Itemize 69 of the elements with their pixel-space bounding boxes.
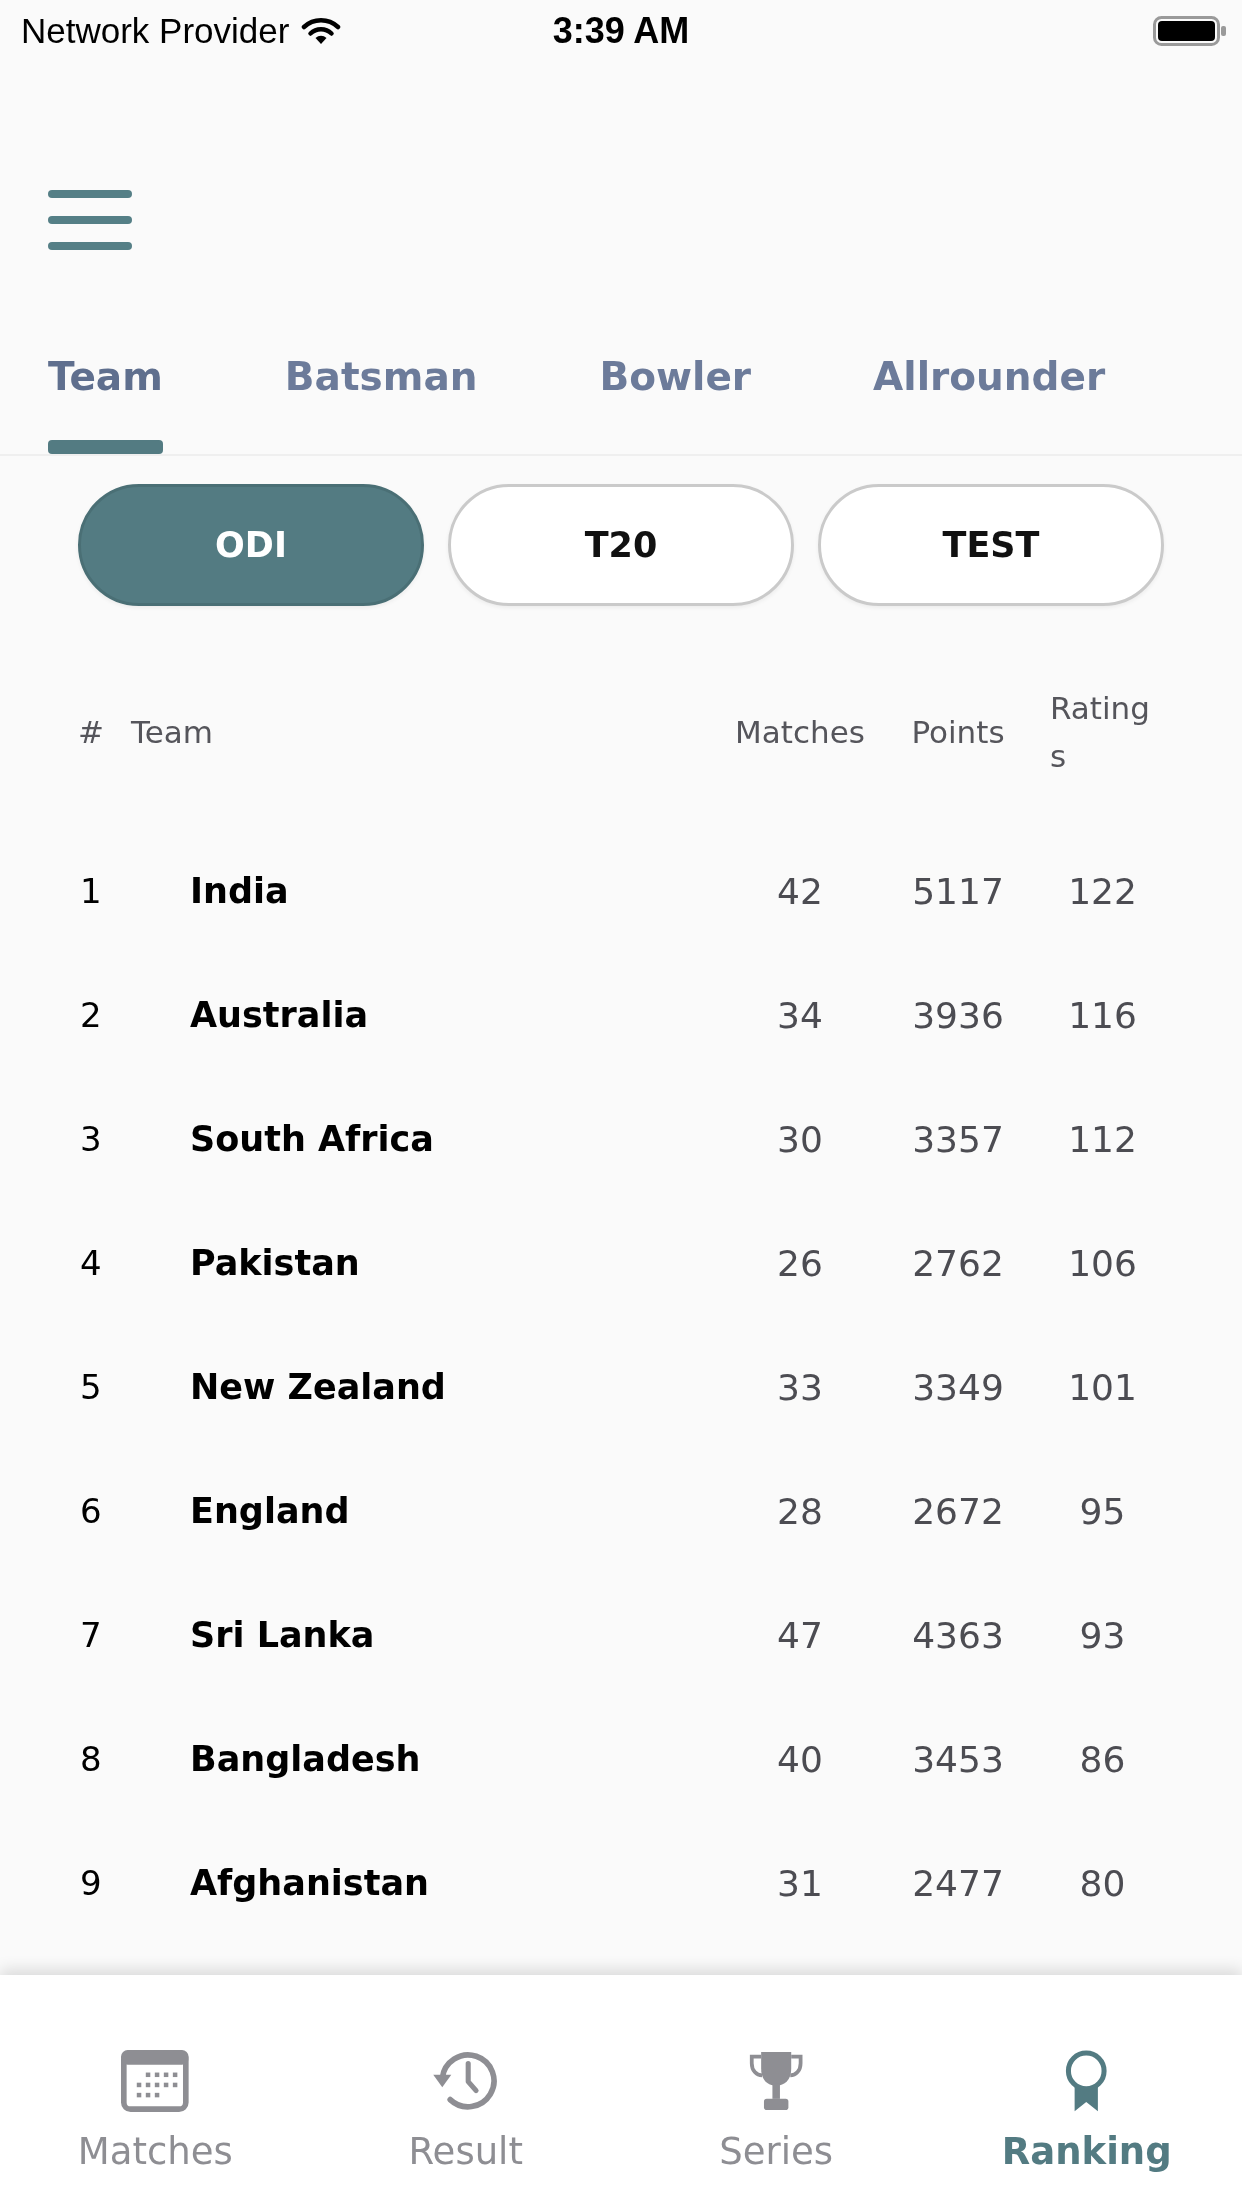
category-tab[interactable]: Team <box>30 340 181 454</box>
points-value: 4363 <box>911 1614 1005 1656</box>
matches-count: 47 <box>776 1614 824 1656</box>
column-header: Ratings <box>1050 689 1151 776</box>
rating-value: 112 <box>1067 1118 1138 1160</box>
carrier-name: Network Provider <box>21 11 290 51</box>
category-tab[interactable]: Batsman <box>266 340 496 454</box>
points-value: 3349 <box>911 1366 1005 1408</box>
column-header: Team <box>131 713 214 752</box>
award-ribbon-icon <box>1063 2050 1110 2112</box>
points-value: 2672 <box>911 1490 1005 1532</box>
category-tab[interactable]: Allrounder <box>855 340 1124 454</box>
matches-count: 30 <box>776 1118 824 1160</box>
format-tab[interactable]: ODI <box>78 484 424 606</box>
team-name: Sri Lanka <box>190 1615 376 1655</box>
rating-value: 95 <box>1078 1490 1127 1532</box>
matches-count: 34 <box>776 994 824 1036</box>
points-value: 3357 <box>911 1118 1005 1160</box>
rank-number: 6 <box>80 1491 103 1531</box>
column-header: # <box>78 713 105 752</box>
rating-value: 106 <box>1067 1242 1138 1284</box>
category-tab[interactable]: Bowler <box>581 340 770 454</box>
matches-count: 33 <box>776 1366 824 1408</box>
points-value: 3453 <box>911 1738 1005 1780</box>
menu-icon[interactable] <box>48 190 132 250</box>
battery-icon <box>1153 16 1226 46</box>
points-value: 3936 <box>911 994 1005 1036</box>
trophy-icon <box>748 2050 805 2112</box>
team-name: Bangladesh <box>190 1739 422 1779</box>
rank-number: 7 <box>80 1615 103 1655</box>
matches-count: 26 <box>776 1242 824 1284</box>
rating-value: 122 <box>1067 870 1138 912</box>
points-value: 2762 <box>911 1242 1005 1284</box>
wifi-icon <box>301 16 342 46</box>
team-name: Pakistan <box>190 1243 361 1283</box>
rank-number: 2 <box>80 995 103 1035</box>
team-name: South Africa <box>190 1119 435 1159</box>
team-name: Australia <box>190 995 370 1035</box>
matches-count: 28 <box>776 1490 824 1532</box>
nav-item[interactable]: Series <box>719 2050 834 2173</box>
rank-number: 8 <box>80 1739 103 1779</box>
column-header: Matches <box>734 713 866 752</box>
nav-item[interactable]: Matches <box>77 2050 233 2173</box>
rank-number: 9 <box>80 1863 103 1903</box>
rank-number: 5 <box>80 1367 103 1407</box>
rank-number: 1 <box>80 871 103 911</box>
team-name: Afghanistan <box>190 1863 430 1903</box>
points-value: 2477 <box>911 1862 1005 1904</box>
team-name: England <box>190 1491 351 1531</box>
matches-count: 31 <box>776 1862 824 1904</box>
rating-value: 93 <box>1078 1614 1127 1656</box>
rating-value: 116 <box>1067 994 1138 1036</box>
nav-item[interactable]: Result <box>408 2050 523 2173</box>
points-value: 5117 <box>911 870 1005 912</box>
format-tab[interactable]: TEST <box>818 484 1164 606</box>
rating-value: 101 <box>1067 1366 1138 1408</box>
nav-item[interactable]: Ranking <box>1001 2050 1172 2173</box>
team-name: India <box>190 871 290 911</box>
rank-number: 4 <box>80 1243 103 1283</box>
matches-count: 42 <box>776 870 824 912</box>
column-header: Points <box>910 713 1006 752</box>
format-tab[interactable]: T20 <box>448 484 794 606</box>
rank-number: 3 <box>80 1119 103 1159</box>
calendar-icon <box>121 2050 190 2112</box>
status-time: 3:39 AM <box>552 10 690 52</box>
team-name: New Zealand <box>190 1367 447 1407</box>
rating-value: 80 <box>1078 1862 1127 1904</box>
matches-count: 40 <box>776 1738 824 1780</box>
rating-value: 86 <box>1078 1738 1127 1780</box>
